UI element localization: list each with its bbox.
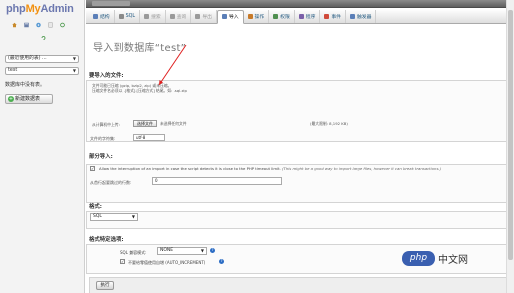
docs-icon[interactable]	[47, 22, 54, 28]
settings-icon[interactable]	[35, 22, 42, 28]
vertical-scrollbar[interactable]	[506, 0, 514, 293]
format-options-legend: 格式特定选项:	[89, 237, 124, 243]
tab-label: 操作	[254, 14, 265, 20]
refresh-icon[interactable]	[59, 22, 66, 28]
skip-rows-label: 从首行起要跳过的行数:	[90, 180, 132, 185]
recent-tables-select[interactable]: (最近使用的表) ... ▼	[5, 55, 79, 63]
help-icon[interactable]: ?	[219, 259, 224, 264]
tab-label: 查询	[176, 14, 187, 20]
create-table-button[interactable]: + 新建数据表	[5, 94, 53, 104]
format-legend: 格式:	[89, 204, 102, 210]
tab-icon	[324, 13, 330, 19]
tab-1[interactable]: SQL	[115, 9, 141, 23]
tab-label: 导入	[228, 15, 239, 20]
watermark-text: 中文网	[438, 255, 468, 266]
tab-9[interactable]: 事件	[320, 9, 346, 23]
filename-note: 压缩文件名必须以 .[格式].[压缩方式] 结尾。如: .sql.zip	[92, 88, 187, 93]
tab-8[interactable]: 程序	[295, 9, 321, 23]
help-icon[interactable]: ?	[210, 248, 215, 253]
tab-label: 触发器	[356, 14, 372, 20]
chevron-down-icon: ▼	[131, 214, 135, 219]
watermark: php 中文网	[402, 251, 468, 266]
no-auto-value-zero-checkbox[interactable]: ✓	[120, 259, 125, 264]
tab-2[interactable]: 搜索	[140, 9, 166, 23]
go-button[interactable]: 执行	[96, 281, 114, 290]
tab-label: 权限	[280, 14, 290, 20]
allow-interrupt-label: Allow the interruption of an import in c…	[99, 166, 442, 171]
chevron-down-icon: ▼	[72, 68, 76, 73]
tab-icon	[169, 13, 175, 19]
file-section-legend: 要导入的文件:	[89, 73, 124, 79]
tab-6[interactable]: 操作	[244, 9, 270, 23]
tab-label: SQL	[125, 13, 136, 19]
navigation-panel: phpMyAdmin (最近使用的表) ... ▼ test ▼ 数据库中没有表…	[0, 0, 85, 293]
phpmyadmin-logo[interactable]: phpMyAdmin	[6, 3, 74, 15]
charset-label: 文件的字符集:	[90, 136, 116, 141]
tab-bar: 结构 SQL 搜索 查询 导出 导入 操作 权限 程序 事件 触发器	[86, 9, 506, 24]
format-section	[86, 211, 506, 229]
choose-file-button[interactable]: 选择文件	[133, 120, 157, 127]
no-auto-value-zero-label: 不要给零值使用自增 (AUTO_INCREMENT)	[128, 260, 206, 265]
tab-icon	[93, 13, 98, 19]
charset-select[interactable]: utf-8	[133, 134, 165, 141]
tab-4[interactable]: 导出	[191, 9, 217, 23]
max-size-note: (最大限制: 8,192 KB)	[310, 121, 348, 126]
tab-7[interactable]: 权限	[269, 9, 295, 23]
chevron-down-icon: ▼	[72, 56, 76, 61]
tab-label: 导出	[202, 14, 212, 20]
tab-label: 结构	[100, 14, 110, 20]
tab-5[interactable]: 导入	[216, 9, 244, 24]
tab-3[interactable]: 查询	[166, 9, 192, 23]
database-select[interactable]: test ▼	[5, 67, 79, 75]
tab-label: 搜索	[151, 14, 161, 20]
tab-icon	[118, 13, 124, 19]
partial-import-legend: 部分导入:	[89, 154, 113, 160]
no-file-selected: 未选择任何文件	[160, 121, 187, 126]
tab-label: 事件	[331, 14, 341, 20]
tab-icon	[298, 13, 304, 19]
skip-rows-input[interactable]: 0	[152, 177, 282, 185]
sql-compat-label: SQL 兼容模式:	[120, 250, 147, 255]
tab-label: 程序	[305, 14, 316, 20]
upload-label: 从计算机中上传:	[92, 122, 120, 127]
tab-10[interactable]: 触发器	[346, 9, 377, 23]
watermark-logo: php	[402, 251, 435, 266]
tab-icon	[144, 13, 150, 19]
tab-icon	[221, 14, 227, 19]
submit-bar	[89, 277, 509, 293]
no-tables-note: 数据库中没有表。	[5, 82, 46, 88]
page-title: 导入到数据库“test”	[93, 43, 187, 54]
allow-interrupt-checkbox[interactable]: ✓	[90, 166, 95, 171]
format-select[interactable]: SQL ▼	[90, 213, 138, 221]
breadcrumb[interactable]	[92, 1, 130, 6]
sql-icon[interactable]	[23, 22, 30, 28]
nav-icon-bar	[11, 22, 66, 28]
sql-compat-select[interactable]: NONE ▼	[157, 247, 207, 255]
tab-icon	[247, 13, 253, 19]
tab-0[interactable]: 结构	[89, 9, 115, 23]
home-icon[interactable]	[11, 22, 18, 28]
reload-icon[interactable]	[40, 35, 47, 41]
plus-icon: +	[8, 96, 14, 102]
tab-icon	[273, 13, 279, 19]
tab-icon	[195, 13, 201, 19]
scrollbar-thumb[interactable]	[508, 10, 513, 260]
breadcrumb-bar	[86, 0, 506, 8]
tab-icon	[349, 13, 355, 19]
chevron-down-icon: ▼	[200, 248, 204, 253]
